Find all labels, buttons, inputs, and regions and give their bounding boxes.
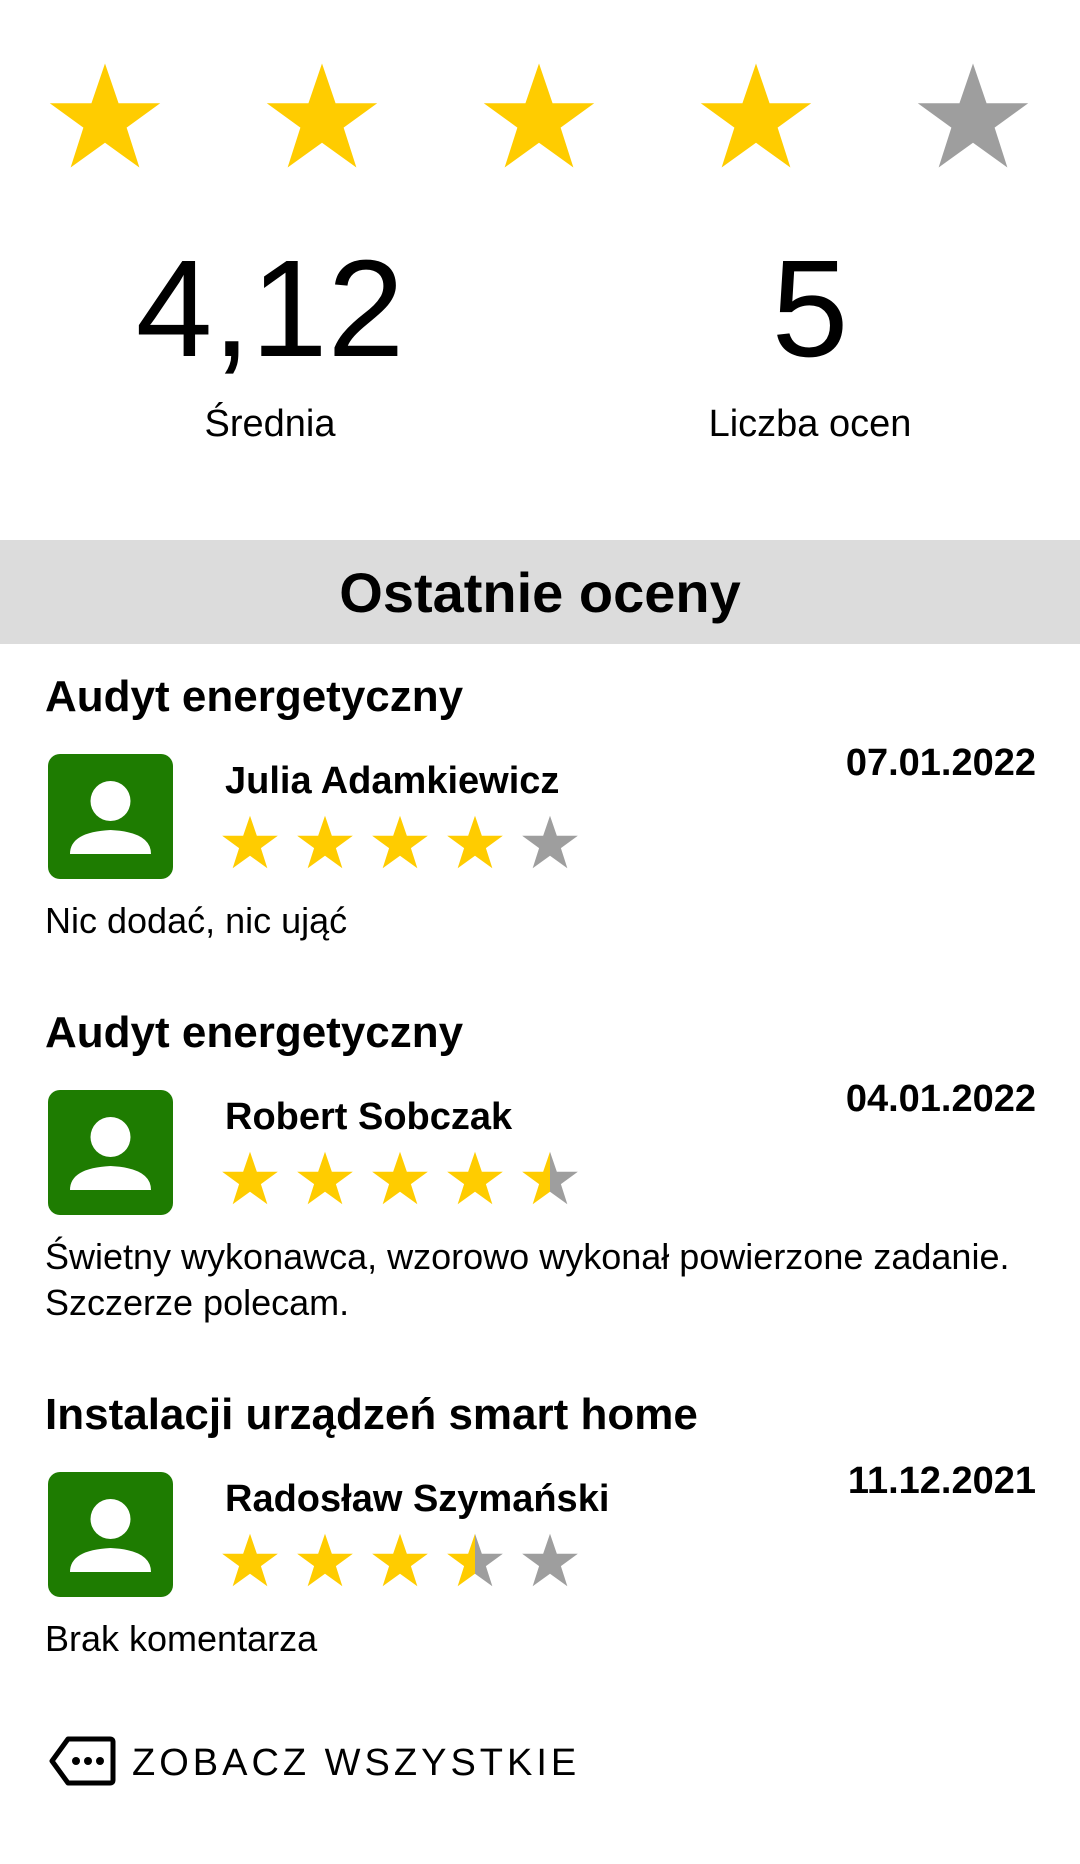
review-stars bbox=[220, 1532, 595, 1590]
reviewer-name: Julia Adamkiewicz bbox=[225, 760, 560, 802]
reviewer-name: Robert Sobczak bbox=[225, 1096, 513, 1138]
star-icon bbox=[697, 60, 815, 175]
star-icon bbox=[46, 60, 164, 175]
star-icon bbox=[445, 1532, 505, 1590]
star-icon bbox=[220, 1150, 280, 1208]
review-comment: Nic dodać, nic ująć bbox=[45, 900, 348, 941]
star-icon bbox=[295, 1532, 355, 1590]
star-icon bbox=[370, 1150, 430, 1208]
review-service: Audyt energetyczny bbox=[45, 1008, 464, 1057]
rating-count-label: Liczba ocen bbox=[708, 403, 912, 445]
star-icon bbox=[520, 814, 580, 872]
star-icon bbox=[370, 1532, 430, 1590]
star-icon bbox=[914, 60, 1032, 175]
star-icon bbox=[445, 1150, 505, 1208]
review-date: 11.12.2021 bbox=[847, 1460, 1036, 1502]
average-label: Średnia bbox=[204, 403, 336, 445]
star-icon bbox=[520, 1532, 580, 1590]
review-date: 07.01.2022 bbox=[845, 742, 1036, 784]
star-icon bbox=[295, 1150, 355, 1208]
average-value: 4,12 bbox=[135, 232, 405, 386]
review-service: Audyt energetyczny bbox=[45, 672, 464, 721]
star-icon bbox=[480, 60, 598, 175]
star-icon bbox=[370, 814, 430, 872]
review-service: Instalacji urządzeń smart home bbox=[45, 1390, 698, 1439]
average-stat: 4,12 Średnia bbox=[80, 240, 460, 446]
star-icon bbox=[295, 814, 355, 872]
review-date: 04.01.2022 bbox=[845, 1078, 1036, 1120]
review-comment: Brak komentarza bbox=[45, 1618, 318, 1659]
see-all-label: ZOBACZ WSZYSTKIE bbox=[132, 1742, 581, 1784]
star-icon bbox=[263, 60, 381, 175]
see-all-button[interactable]: ZOBACZ WSZYSTKIE bbox=[48, 1735, 580, 1792]
rating-count-value: 5 bbox=[771, 232, 849, 386]
review-comment: Świetny wykonawca, wzorowo wykonał powie… bbox=[45, 1236, 1010, 1323]
reviewer-name: Radosław Szymański bbox=[225, 1478, 610, 1520]
star-icon bbox=[220, 814, 280, 872]
more-tag-icon bbox=[48, 1735, 116, 1792]
average-rating-stars bbox=[46, 60, 1032, 175]
star-icon bbox=[445, 814, 505, 872]
rating-count-stat: 5 Liczba ocen bbox=[620, 240, 1000, 446]
star-icon bbox=[220, 1532, 280, 1590]
star-icon bbox=[520, 1150, 580, 1208]
person-icon bbox=[48, 754, 173, 879]
section-title: Ostatnie oceny bbox=[0, 540, 1080, 644]
person-icon bbox=[48, 1472, 173, 1597]
review-stars bbox=[220, 1150, 595, 1208]
review-stars bbox=[220, 814, 595, 872]
person-icon bbox=[48, 1090, 173, 1215]
